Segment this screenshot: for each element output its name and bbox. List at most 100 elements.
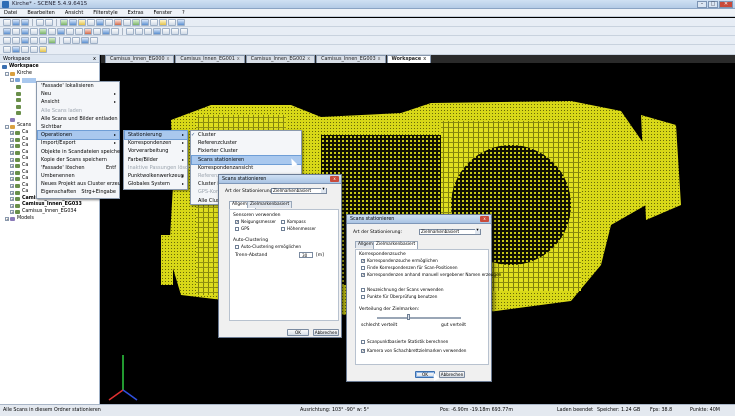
menu-item-operationen[interactable]: Operationen ▸: [37, 130, 120, 141]
kompass-checkbox[interactable]: Kompass: [281, 219, 306, 224]
measure-icon[interactable]: [123, 18, 131, 26]
back-icon[interactable]: [3, 36, 11, 44]
menu-item-farbe-bilder[interactable]: Farbe/Bilder ▸: [125, 156, 187, 164]
trenn-abstand-input[interactable]: 30: [299, 252, 313, 258]
correspondence-view-icon[interactable]: [180, 27, 188, 35]
target-icon[interactable]: [39, 27, 47, 35]
menu-help[interactable]: ?: [182, 9, 185, 16]
pin-icon[interactable]: [39, 46, 47, 53]
collapse-icon[interactable]: -: [10, 78, 14, 83]
collapse-icon[interactable]: -: [5, 71, 9, 76]
manuelle-namen-checkbox[interactable]: ✓ Korrespondenzen anhand manuell vergeben…: [361, 272, 501, 277]
tree-node-models[interactable]: + Models: [2, 216, 99, 223]
tab-close-icon[interactable]: x: [378, 57, 381, 62]
refresh-icon[interactable]: [30, 36, 38, 44]
expand-icon[interactable]: +: [10, 203, 14, 208]
display-icon[interactable]: [63, 36, 71, 44]
tab-close-icon[interactable]: x: [307, 57, 310, 62]
expand-icon[interactable]: +: [10, 210, 14, 215]
expand-icon[interactable]: +: [10, 183, 14, 188]
front-view-icon[interactable]: [135, 27, 143, 35]
projection-icon[interactable]: [72, 36, 80, 44]
expand-icon[interactable]: +: [10, 197, 14, 202]
menu-item-objekte-speichern[interactable]: Objekte in Scandateien speichern: [38, 148, 125, 156]
art-stationierung-select[interactable]: Zielmarkenbasiert: [419, 229, 481, 235]
punkte-ueberpruefung-checkbox[interactable]: Punkte für Überprüfung benutzen: [361, 294, 437, 299]
tab-zielmarkenbasiert[interactable]: Zielmarkenbasiert: [247, 201, 293, 208]
dialog-close-icon[interactable]: x: [330, 176, 339, 182]
quick-view-icon[interactable]: [171, 27, 179, 35]
neigungsmesser-checkbox[interactable]: ✓ Neigungsmesser: [235, 219, 276, 224]
orbit-icon[interactable]: [21, 27, 29, 35]
plane-icon[interactable]: [48, 27, 56, 35]
medium-icon[interactable]: [12, 46, 20, 53]
menu-item-globales-system[interactable]: Globales System ▸: [125, 180, 187, 188]
menu-item-korrespondenzansicht[interactable]: Korrespondenzansicht: [192, 164, 301, 172]
tree-node-workspace[interactable]: Workspace: [2, 64, 99, 71]
side-view-icon[interactable]: [144, 27, 152, 35]
new-icon[interactable]: [3, 18, 11, 26]
hoehenmesser-checkbox[interactable]: Höhenmesser: [281, 226, 316, 231]
home-icon[interactable]: [21, 36, 29, 44]
maximize-icon[interactable]: □: [708, 1, 718, 8]
menu-item-loeschen[interactable]: 'Fassade' löschen Entf: [38, 164, 119, 172]
expand-icon[interactable]: +: [10, 190, 14, 195]
abbrechen-button[interactable]: Abbrechen: [313, 329, 339, 336]
menu-item-fixierter-cluster[interactable]: Fixierter Cluster: [192, 147, 301, 155]
tree-node-scan[interactable]: + Camisus_Innen_EG034: [2, 209, 99, 216]
menu-item-entladen[interactable]: Alle Scans und Bilder entladen: [38, 115, 119, 123]
scan-icon[interactable]: [60, 18, 68, 26]
menu-filterstyle[interactable]: Filterstyle: [93, 9, 117, 16]
close-icon[interactable]: ✕: [719, 1, 733, 8]
expand-icon[interactable]: +: [10, 170, 14, 175]
menu-item-referenzcluster[interactable]: Referenzcluster: [192, 139, 301, 147]
small-icon[interactable]: [3, 46, 11, 53]
delete-icon[interactable]: [84, 27, 92, 35]
tab-close-icon[interactable]: x: [167, 57, 170, 62]
expand-icon[interactable]: +: [10, 157, 14, 162]
rotate-icon[interactable]: [105, 18, 113, 26]
tab-innen-eg003[interactable]: Camisus_Innen_EG003 x: [316, 55, 386, 63]
panel-close-icon[interactable]: x: [93, 55, 96, 63]
zoom-icon[interactable]: [87, 18, 95, 26]
menu-item-vorverarbeitung[interactable]: Vorverarbeitung ▸: [125, 147, 187, 155]
grid-icon[interactable]: [150, 18, 158, 26]
menu-item-neues-projekt[interactable]: Neues Projekt aus Cluster erzeugen: [38, 180, 130, 188]
expand-icon[interactable]: +: [5, 216, 9, 221]
gps-checkbox[interactable]: GPS: [235, 226, 249, 231]
tab-innen-eg000[interactable]: Camisus_Innen_EG000 x: [105, 55, 175, 63]
finde-korrespondenzen-checkbox[interactable]: Finde Korrespondenzen für Scan-Positione…: [361, 265, 458, 270]
menu-item-ansicht[interactable]: Ansicht ▸: [38, 98, 119, 106]
menu-item-passungen-loeschen[interactable]: Inaktive Passungen löschen: [125, 164, 197, 172]
sphere-icon[interactable]: [57, 27, 65, 35]
tab-close-icon[interactable]: x: [423, 57, 426, 62]
art-stationierung-select[interactable]: Zielmarkenbasiert: [271, 188, 327, 194]
menu-item-punktwolkenwerkzeug[interactable]: Punktwolkenwerkzeug ▸: [125, 172, 187, 180]
collapse-icon[interactable]: -: [5, 124, 9, 129]
schachbrett-checkbox[interactable]: ✓ Kamera von Schachbrettzielmarken verwen…: [361, 348, 466, 353]
top-view-icon[interactable]: [126, 27, 134, 35]
verteilung-slider-thumb[interactable]: [407, 314, 410, 320]
menu-item-lokalisieren[interactable]: 'Fassade' lokalisieren: [38, 82, 119, 90]
mesh-icon[interactable]: [111, 27, 119, 35]
expand-icon[interactable]: +: [10, 164, 14, 169]
pan-icon[interactable]: [12, 27, 20, 35]
3d-view-icon[interactable]: [153, 27, 161, 35]
play-icon[interactable]: [48, 36, 56, 44]
statistik-checkbox[interactable]: Scanpunktbasierte Statistik berechnen: [361, 339, 448, 344]
neuzeichnung-checkbox[interactable]: Neuzeichnung der Scans verwenden: [361, 287, 444, 292]
expand-icon[interactable]: +: [10, 137, 14, 142]
menu-fenster[interactable]: Fenster: [153, 9, 172, 16]
save-icon[interactable]: [21, 18, 29, 26]
walk-icon[interactable]: [30, 27, 38, 35]
planar-view-icon[interactable]: [162, 27, 170, 35]
select-icon[interactable]: [3, 27, 11, 35]
expand-icon[interactable]: +: [10, 177, 14, 182]
menu-item-kopie-speichern[interactable]: Kopie der Scans speichern: [38, 156, 119, 164]
open-icon[interactable]: [12, 18, 20, 26]
expand-icon[interactable]: +: [10, 151, 14, 156]
menu-datei[interactable]: Datei: [4, 9, 17, 16]
dialog-close-icon[interactable]: x: [480, 216, 489, 222]
menu-bearbeiten[interactable]: Bearbeiten: [27, 9, 54, 16]
large-icon[interactable]: [21, 46, 29, 53]
